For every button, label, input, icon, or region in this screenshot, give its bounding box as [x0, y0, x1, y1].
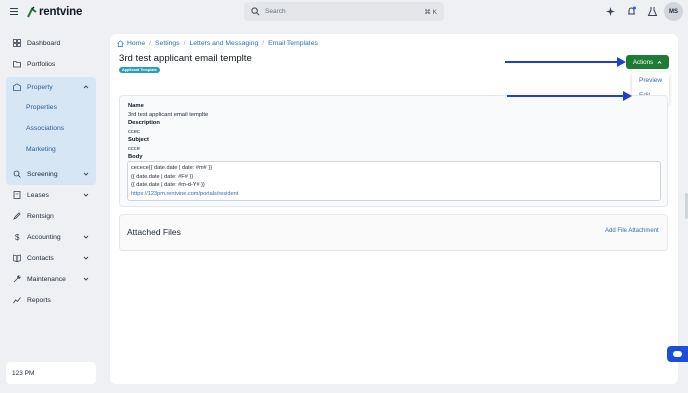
- rentvine-logo-icon: [27, 6, 37, 18]
- hamburger-menu-icon[interactable]: [10, 8, 18, 15]
- subject-label: Subject: [128, 137, 149, 143]
- property-icon: [13, 83, 21, 91]
- sidebar-item-contacts[interactable]: Contacts: [6, 249, 96, 267]
- sidebar-subitem-properties[interactable]: Properties: [26, 104, 57, 111]
- clock-display: 123 PM: [6, 362, 96, 384]
- search-shortcut: ⌘ K: [424, 8, 437, 16]
- chevron-down-icon[interactable]: [83, 276, 89, 282]
- name-label: Name: [128, 103, 144, 109]
- sidebar-item-label: Portfolios: [27, 60, 56, 68]
- chevron-down-icon[interactable]: [83, 234, 89, 240]
- sidebar-item-label: Leases: [27, 191, 49, 199]
- flask-icon[interactable]: [647, 6, 658, 17]
- sidebar-item-label: Property: [27, 83, 53, 91]
- body-content: cecece{{ date.date | date: #m# }} {{ dat…: [127, 161, 661, 201]
- search-icon: [251, 7, 260, 16]
- sidebar-item-label: Dashboard: [27, 39, 61, 47]
- description-label: Description: [128, 120, 160, 126]
- description-value: ccec: [128, 129, 140, 135]
- reports-icon: [13, 297, 21, 304]
- body-label: Body: [128, 154, 143, 160]
- actions-button[interactable]: Actions: [626, 55, 669, 69]
- breadcrumb-separator: /: [183, 40, 186, 47]
- attached-files-title: Attached Files: [127, 227, 181, 237]
- grid-icon: [13, 39, 21, 47]
- sidebar-item-label: Maintenance: [27, 275, 66, 283]
- avatar[interactable]: MS: [664, 2, 683, 21]
- sidebar-item-label: Rentsign: [27, 212, 54, 220]
- sidebar-item-screening[interactable]: Screening: [6, 165, 96, 183]
- subject-value: ccce: [128, 146, 140, 152]
- sidebar-item-label: Reports: [27, 296, 51, 304]
- breadcrumb-settings[interactable]: Settings: [155, 40, 180, 47]
- sidebar-subitem-marketing[interactable]: Marketing: [26, 146, 56, 153]
- annotation-arrow-edit: [507, 91, 632, 101]
- actions-label: Actions: [632, 58, 654, 66]
- contacts-icon: [13, 254, 21, 262]
- chevron-down-icon[interactable]: [83, 171, 89, 177]
- sidebar-item-label: Screening: [27, 170, 58, 178]
- search-placeholder: Search: [265, 8, 286, 15]
- screening-icon: [13, 170, 21, 178]
- add-file-attachment-link[interactable]: Add File Attachment: [605, 228, 659, 234]
- sidebar-item-leases[interactable]: Leases: [6, 186, 96, 204]
- main-content: Home / Settings / Letters and Messaging …: [110, 34, 678, 384]
- body-line: cecece{{ date.date | date: #m# }}: [131, 165, 213, 171]
- body-line: {{ date.date | date: #F# }}: [131, 173, 194, 180]
- chevron-up-icon: [657, 60, 662, 64]
- page-title: 3rd test applicant email templte: [119, 53, 252, 64]
- menu-item-preview[interactable]: Preview: [639, 77, 662, 84]
- chevron-down-icon[interactable]: [83, 192, 89, 198]
- breadcrumb-home[interactable]: Home: [127, 40, 145, 47]
- folder-icon: [13, 61, 21, 68]
- breadcrumb-letters[interactable]: Letters and Messaging: [189, 40, 258, 47]
- breadcrumb-separator: /: [262, 40, 265, 47]
- breadcrumb: Home / Settings / Letters and Messaging …: [117, 40, 318, 47]
- annotation-arrow-actions: [505, 57, 626, 67]
- sidebar-subitem-associations[interactable]: Associations: [26, 125, 64, 132]
- chevron-down-icon[interactable]: [83, 255, 89, 261]
- name-value: 3rd test applicant email templte: [128, 112, 209, 118]
- sidebar-item-label: Contacts: [27, 254, 54, 262]
- dollar-icon: $: [15, 233, 20, 241]
- breadcrumb-email-templates[interactable]: Email Templates: [268, 40, 318, 47]
- sidebar-item-accounting[interactable]: $ Accounting: [6, 228, 96, 246]
- sidebar: Dashboard Portfolios Property Properties…: [0, 25, 104, 393]
- sparkle-icon[interactable]: [605, 6, 616, 17]
- attached-files-panel: Attached Files Add File Attachment: [119, 214, 668, 251]
- template-details-panel: Name 3rd test applicant email templte De…: [119, 95, 668, 207]
- chat-icon: [673, 351, 682, 357]
- brand-name: rentvine: [39, 6, 83, 18]
- sidebar-item-label: Accounting: [27, 233, 61, 241]
- sidebar-item-rentsign[interactable]: Rentsign: [6, 207, 96, 225]
- bell-icon[interactable]: [626, 6, 637, 17]
- sidebar-item-property[interactable]: Property: [6, 78, 96, 96]
- sidebar-item-dashboard[interactable]: Dashboard: [6, 34, 96, 52]
- home-icon[interactable]: [117, 40, 124, 47]
- template-type-badge: Applicant Template: [119, 67, 160, 73]
- body-link[interactable]: https://123pm.rentvine.com/portals/resid…: [131, 191, 238, 197]
- brand-logo[interactable]: rentvine: [27, 5, 82, 19]
- lease-icon: [13, 191, 21, 199]
- chat-widget-button[interactable]: [667, 346, 688, 362]
- sidebar-item-reports[interactable]: Reports: [6, 291, 96, 309]
- wrench-icon: [13, 275, 21, 283]
- svg-text:$: $: [15, 233, 20, 241]
- chevron-up-icon[interactable]: [83, 84, 89, 90]
- search-input[interactable]: Search ⌘ K: [244, 2, 444, 21]
- top-bar: rentvine Search ⌘ K MS: [0, 0, 688, 25]
- body-line: {{ date.date | date: #m-d-Y# }}: [131, 182, 205, 188]
- breadcrumb-separator: /: [149, 40, 152, 47]
- sidebar-item-portfolios[interactable]: Portfolios: [6, 55, 96, 73]
- sign-icon: [13, 212, 21, 220]
- sidebar-item-maintenance[interactable]: Maintenance: [6, 270, 96, 288]
